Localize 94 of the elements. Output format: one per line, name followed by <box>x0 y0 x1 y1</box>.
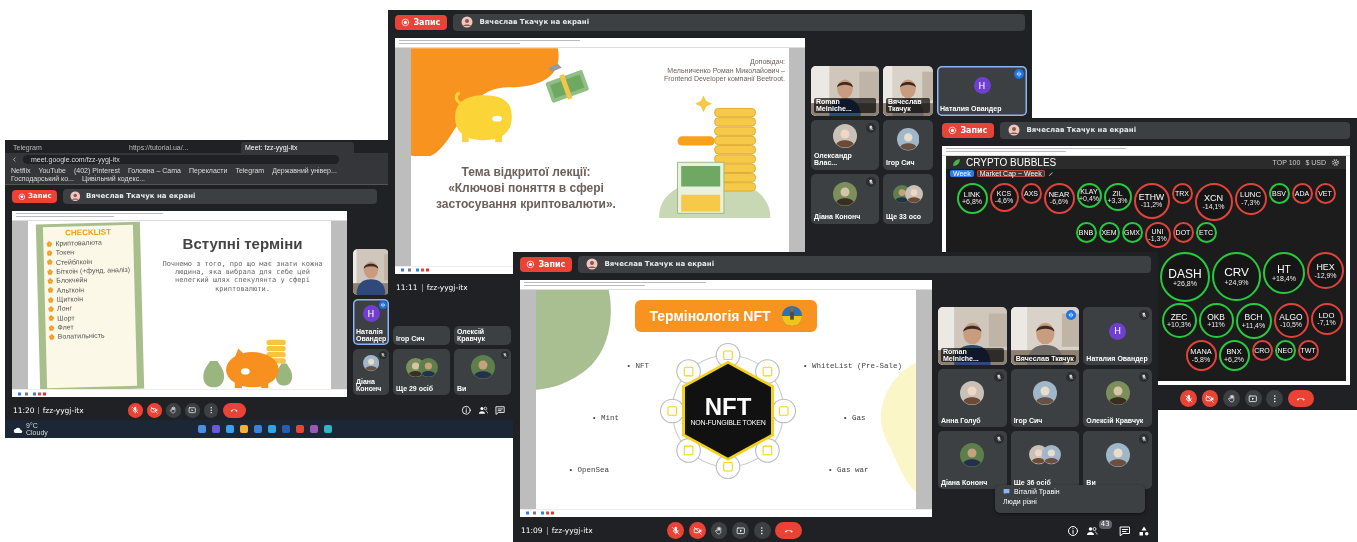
hand-icon <box>1226 394 1237 404</box>
slide-title: Вступні терміни <box>182 234 303 252</box>
hang-up-button[interactable] <box>222 402 246 418</box>
present-button[interactable] <box>184 402 200 418</box>
coin-label: DASH <box>1168 267 1202 280</box>
speaking-icon <box>379 301 387 310</box>
microphone-button[interactable] <box>128 402 143 418</box>
coin-label: BCH <box>1244 313 1263 322</box>
flower-icon <box>47 268 54 275</box>
present-icon <box>735 526 746 536</box>
avatar-icon <box>461 16 474 29</box>
raise-hand-button[interactable] <box>1223 390 1240 408</box>
coin-label: ZEC <box>1170 312 1188 322</box>
flower-icon <box>46 249 53 256</box>
chat-icon <box>1118 524 1131 537</box>
speaking-icon <box>1014 68 1024 79</box>
chat-button[interactable] <box>1118 524 1131 537</box>
flower-icon <box>46 259 53 266</box>
taskbar-drawing <box>526 511 556 516</box>
camera-off-icon <box>1205 394 1215 404</box>
present-button[interactable] <box>1244 390 1262 408</box>
camera-button[interactable] <box>688 522 706 540</box>
camera-off-icon <box>150 406 159 415</box>
back-icon[interactable] <box>11 156 18 163</box>
mic-off-icon <box>670 526 681 536</box>
participant-tile[interactable] <box>353 249 389 296</box>
activities-icon <box>1138 524 1150 537</box>
initial-avatar: H <box>973 77 991 95</box>
people-button[interactable] <box>477 404 489 416</box>
chat-button[interactable] <box>494 404 505 416</box>
slide-title: Термінологія NFT <box>649 307 771 324</box>
people-icon <box>1085 524 1098 537</box>
flower-icon <box>46 240 53 247</box>
coin-label: OKB <box>1207 312 1225 322</box>
record-icon <box>17 192 26 201</box>
settings-icon[interactable] <box>1331 157 1340 167</box>
cloud-icon <box>13 425 23 433</box>
mic-off-icon <box>131 406 140 415</box>
avatar-icon <box>69 191 81 202</box>
more-button[interactable] <box>753 522 771 540</box>
present-icon <box>1248 394 1258 404</box>
flower-icon <box>47 296 54 303</box>
chat-icon <box>494 404 505 416</box>
slide-title: Тема відкритої лекції: «Ключові поняття в сфері застосування криптовалюти». <box>435 163 617 213</box>
coin-label: CRV <box>1224 267 1249 279</box>
avatar-icon <box>586 258 599 271</box>
info-icon <box>460 404 472 416</box>
initial-avatar: H <box>362 305 380 323</box>
camera-off-icon <box>692 526 703 536</box>
avatar-icon <box>1008 124 1021 137</box>
app-title: CRYPTO BUBBLES <box>966 156 1057 168</box>
taskbar-drawing <box>401 268 431 273</box>
record-button[interactable]: Запис <box>520 257 572 272</box>
mic-off-icon <box>1183 394 1194 404</box>
info-button[interactable] <box>1066 524 1079 537</box>
coin-label: HEX <box>1316 262 1335 272</box>
hang-up-button[interactable] <box>1287 390 1315 408</box>
record-icon <box>401 18 411 27</box>
camera-button[interactable] <box>1201 390 1219 408</box>
camera-button[interactable] <box>147 402 162 418</box>
hand-icon <box>169 406 178 415</box>
emblem-icon <box>780 304 803 327</box>
flower-icon <box>48 305 55 312</box>
hang-up-button[interactable] <box>775 522 802 540</box>
microphone-button[interactable] <box>667 522 685 540</box>
raise-hand-button[interactable] <box>710 522 728 540</box>
record-icon <box>948 126 958 135</box>
initial-avatar: H <box>1109 322 1127 340</box>
leaf-icon <box>952 157 961 167</box>
flower-icon <box>48 315 55 322</box>
microphone-button[interactable] <box>1180 390 1197 408</box>
more-button[interactable] <box>1266 390 1284 408</box>
record-button[interactable]: Запис <box>395 15 447 30</box>
flower-icon <box>48 324 55 331</box>
coin-label: HT <box>1277 264 1291 275</box>
chat-icon <box>1003 488 1010 496</box>
coin-label: ETHW <box>1138 192 1165 202</box>
info-button[interactable] <box>460 404 472 416</box>
more-button[interactable] <box>203 402 219 418</box>
coin-label: ALGO <box>1279 312 1303 322</box>
logo-text: NFT <box>704 395 752 420</box>
present-icon <box>188 406 197 415</box>
flower-icon <box>48 333 55 340</box>
activities-button[interactable] <box>1138 524 1150 537</box>
record-icon <box>526 260 536 269</box>
present-button[interactable] <box>732 522 749 540</box>
hand-icon <box>714 526 724 536</box>
record-button[interactable]: Запис <box>942 123 994 138</box>
speaking-icon <box>1066 310 1077 321</box>
taskbar-drawing <box>18 391 48 396</box>
raise-hand-button[interactable] <box>166 402 181 418</box>
info-icon <box>1066 524 1079 537</box>
coin-label: XCN <box>1203 193 1224 203</box>
people-icon <box>477 404 489 416</box>
